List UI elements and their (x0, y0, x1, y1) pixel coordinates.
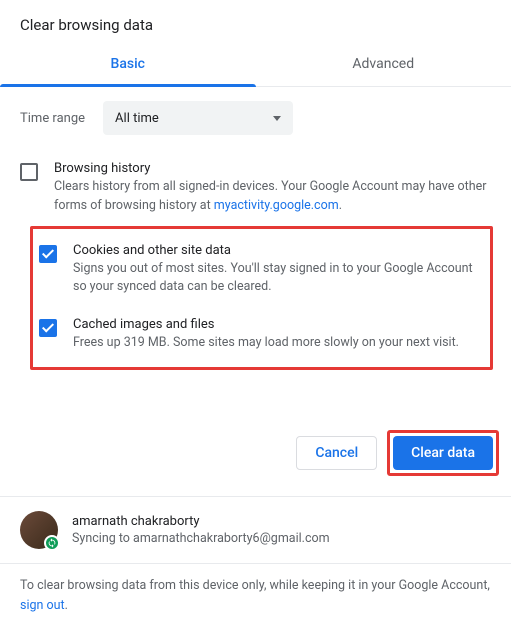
clear-data-highlight: Clear data (387, 430, 499, 476)
option-cache: Cached images and files Frees up 319 MB.… (39, 307, 486, 363)
user-sync-status: Syncing to amarnathchakraborty6@gmail.co… (72, 531, 330, 546)
option-title: Browsing history (54, 161, 491, 176)
sign-out-link[interactable]: sign out (20, 598, 65, 613)
option-desc: Frees up 319 MB. Some sites may load mor… (73, 334, 478, 353)
option-title: Cookies and other site data (73, 243, 478, 258)
highlighted-options: Cookies and other site data Signs you ou… (30, 226, 493, 370)
user-row: amarnath chakraborty Syncing to amarnath… (0, 497, 511, 563)
tabs: Basic Advanced (0, 42, 511, 87)
sync-icon (44, 535, 60, 551)
time-range-label: Time range (20, 111, 85, 126)
options-list: Browsing history Clears history from all… (0, 145, 511, 370)
time-range-value: All time (115, 111, 159, 126)
option-title: Cached images and files (73, 317, 478, 332)
footer-text: To clear browsing data from this device … (0, 563, 511, 636)
myactivity-link[interactable]: myactivity.google.com (214, 198, 339, 213)
option-browsing-history: Browsing history Clears history from all… (20, 151, 499, 226)
chevron-down-icon (273, 116, 281, 121)
tab-basic[interactable]: Basic (0, 42, 256, 86)
checkbox-cookies[interactable] (39, 245, 57, 263)
checkbox-browsing-history[interactable] (20, 163, 38, 181)
clear-data-button[interactable]: Clear data (393, 436, 493, 470)
option-desc: Signs you out of most sites. You'll stay… (73, 260, 478, 298)
user-name: amarnath chakraborty (72, 514, 330, 529)
checkbox-cache[interactable] (39, 319, 57, 337)
option-desc: Clears history from all signed-in device… (54, 178, 491, 216)
time-range-select[interactable]: All time (103, 101, 293, 135)
clear-browsing-data-dialog: Clear browsing data Basic Advanced Time … (0, 0, 511, 636)
dialog-actions: Cancel Clear data (0, 370, 511, 490)
cancel-button[interactable]: Cancel (296, 436, 377, 470)
option-cookies: Cookies and other site data Signs you ou… (39, 233, 486, 308)
time-range-row: Time range All time (0, 87, 511, 145)
avatar (20, 511, 58, 549)
dialog-title: Clear browsing data (0, 0, 511, 42)
tab-advanced[interactable]: Advanced (256, 42, 511, 86)
